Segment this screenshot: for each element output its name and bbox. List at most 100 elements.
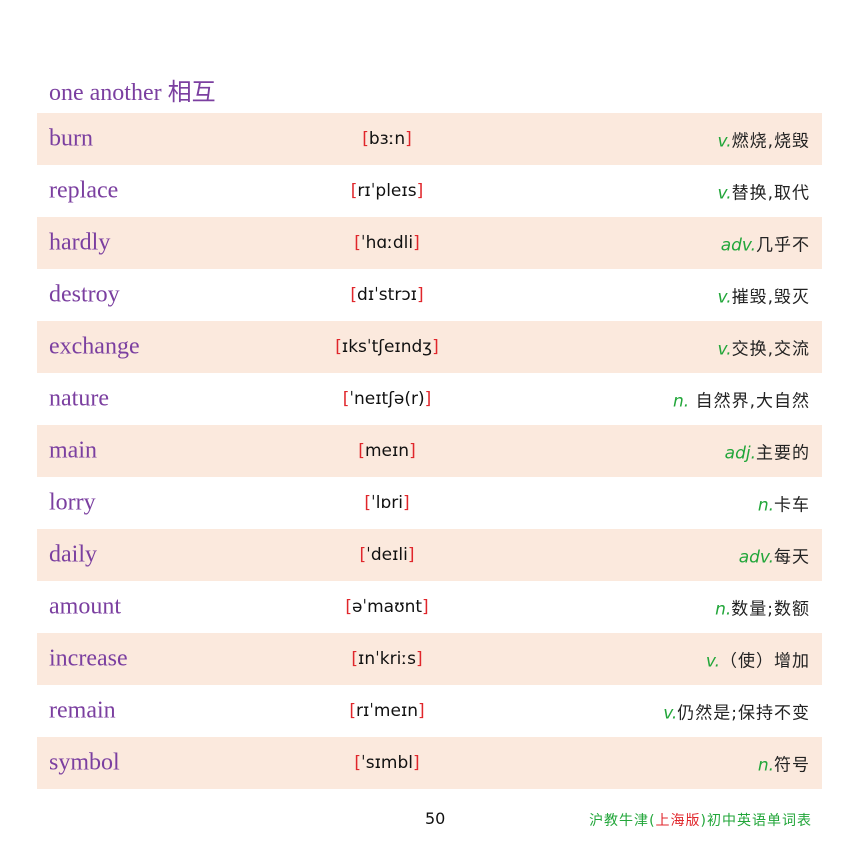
word-cell: remain: [49, 697, 116, 724]
phonetic-cell: [rɪˈpleɪs]: [351, 181, 423, 201]
word-cell: burn: [49, 125, 93, 152]
phonetic-text: bɜːn: [368, 129, 406, 149]
word-cell: exchange: [49, 333, 140, 360]
meaning-text: 符号: [774, 755, 810, 776]
meaning-cell: v.（使）增加: [706, 647, 810, 672]
meaning-cell: v.摧毁,毁灭: [718, 283, 810, 308]
meaning-text: 几乎不: [756, 235, 810, 256]
bracket-open: [: [359, 545, 367, 565]
word-cell: nature: [49, 385, 109, 412]
table-row: lorry [ˈlɒri] n.卡车: [37, 477, 822, 529]
table-row: remain [rɪˈmeɪn] v.仍然是;保持不变: [37, 685, 822, 737]
table-row: symbol [ˈsɪmbl] n.符号: [37, 737, 822, 789]
bracket-open: [: [345, 597, 352, 617]
part-of-speech: n.: [757, 755, 774, 776]
phonetic-text: rɪˈmeɪn: [355, 701, 419, 721]
phonetic-text: əˈmaʊnt: [351, 597, 423, 617]
meaning-text: （使）增加: [720, 651, 810, 672]
word-cell: symbol: [49, 749, 120, 776]
phonetic-text: dɪˈstrɔɪ: [357, 285, 417, 305]
phonetic-cell: [ˈdeɪli]: [360, 545, 415, 565]
meaning-text: 卡车: [774, 495, 810, 516]
part-of-speech: v.: [705, 651, 720, 672]
phonetic-cell: [ɪnˈkriːs]: [351, 649, 422, 669]
meaning-text: 替换,取代: [731, 183, 810, 204]
bracket-open: [: [358, 441, 365, 461]
part-of-speech: n.: [673, 391, 690, 412]
word-cell: destroy: [49, 281, 120, 308]
phonetic-cell: [ˈneɪtʃə(r)]: [343, 389, 432, 409]
table-row: replace [rɪˈpleɪs] v.替换,取代: [37, 165, 822, 217]
bracket-open: [: [335, 337, 342, 357]
bracket-open: [: [364, 493, 372, 513]
phonetic-cell: [ˈlɒri]: [364, 493, 409, 513]
meaning-cell: n.数量;数额: [715, 595, 810, 620]
meaning-cell: n.符号: [758, 751, 810, 776]
table-row: nature [ˈneɪtʃə(r)] n. 自然界,大自然: [37, 373, 822, 425]
table-row: daily [ˈdeɪli] adv.每天: [37, 529, 822, 581]
meaning-cell: v.交换,交流: [718, 335, 810, 360]
part-of-speech: v.: [717, 287, 732, 308]
bracket-open: [: [342, 389, 350, 409]
book-title: 沪教牛津(上海版)初中英语单词表: [589, 810, 812, 830]
bracket-close: ]: [416, 285, 424, 305]
word-cell: hardly: [49, 229, 111, 256]
table-row: main [meɪn] adj.主要的: [37, 425, 822, 477]
page-number: 50: [425, 809, 446, 828]
phrase-header: one another 相互: [49, 72, 216, 107]
meaning-text: 每天: [774, 547, 810, 568]
book-title-part2: 初中英语单词表: [707, 813, 812, 829]
meaning-cell: v.仍然是;保持不变: [663, 699, 810, 724]
word-cell: daily: [49, 541, 97, 568]
bracket-open: [: [354, 753, 362, 773]
phonetic-cell: [meɪn]: [358, 441, 415, 461]
meaning-text: 自然界,大自然: [689, 391, 810, 412]
word-cell: replace: [49, 177, 119, 204]
phonetic-text: ˈneɪtʃə(r): [349, 389, 425, 409]
part-of-speech: adv.: [738, 547, 774, 568]
phonetic-cell: [bɜːn]: [362, 129, 412, 149]
meaning-text: 数量;数额: [731, 599, 810, 620]
table-row: increase [ɪnˈkriːs] v.（使）增加: [37, 633, 822, 685]
phonetic-text: ˈdeɪli: [366, 545, 408, 565]
table-row: amount [əˈmaʊnt] n.数量;数额: [37, 581, 822, 633]
meaning-text: 摧毁,毁灭: [731, 287, 810, 308]
bracket-open: [: [349, 701, 356, 721]
phonetic-text: ˈsɪmbl: [361, 753, 413, 773]
part-of-speech: v.: [717, 131, 732, 152]
phonetic-text: ˈlɒri: [371, 493, 403, 513]
meaning-cell: v.燃烧,烧毁: [718, 127, 810, 152]
book-edition: 上海版: [655, 813, 701, 829]
bracket-close: ]: [402, 493, 410, 513]
phonetic-text: ɪksˈtʃeɪndʒ: [341, 337, 433, 357]
phrase-text: one another: [49, 80, 162, 106]
part-of-speech: n.: [757, 495, 774, 516]
phonetic-cell: [ˈhɑːdli]: [354, 233, 420, 253]
meaning-cell: adv.每天: [739, 543, 810, 568]
bracket-close: ]: [418, 701, 425, 721]
phonetic-cell: [əˈmaʊnt]: [345, 597, 428, 617]
phonetic-text: ˈhɑːdli: [360, 233, 414, 253]
bracket-close: ]: [415, 649, 423, 669]
phonetic-text: ɪnˈkriːs: [358, 649, 416, 669]
bracket-open: [: [350, 285, 358, 305]
part-of-speech: v.: [717, 339, 732, 360]
table-row: exchange [ɪksˈtʃeɪndʒ] v.交换,交流: [37, 321, 822, 373]
word-cell: lorry: [49, 489, 96, 516]
bracket-open: [: [350, 181, 358, 201]
phonetic-cell: [ˈsɪmbl]: [354, 753, 419, 773]
meaning-cell: adj.主要的: [725, 439, 810, 464]
meaning-text: 燃烧,烧毁: [731, 131, 810, 152]
word-cell: increase: [49, 645, 128, 672]
bracket-close: ]: [422, 597, 429, 617]
meaning-cell: v.替换,取代: [718, 179, 810, 204]
meaning-cell: n.卡车: [758, 491, 810, 516]
part-of-speech: v.: [663, 703, 678, 724]
bracket-open: [: [351, 649, 359, 669]
bracket-close: ]: [409, 441, 416, 461]
bracket-close: ]: [432, 337, 439, 357]
vocabulary-table: burn [bɜːn] v.燃烧,烧毁 replace [rɪˈpleɪs] v.替换,取…: [37, 113, 822, 789]
meaning-text: 主要的: [756, 443, 810, 464]
bracket-close: ]: [424, 389, 432, 409]
bracket-close: ]: [413, 233, 420, 253]
